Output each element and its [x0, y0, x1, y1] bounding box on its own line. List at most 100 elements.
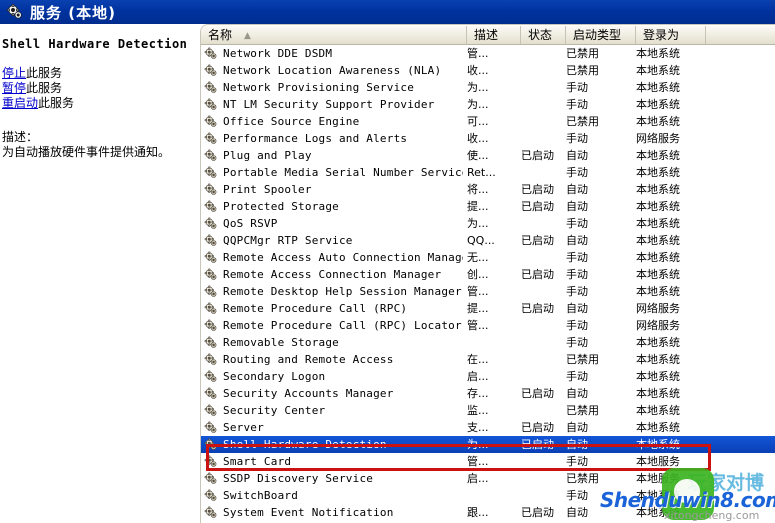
cell-desc: 启... [467, 472, 489, 485]
table-row[interactable]: QoS RSVP 为... 手动 本地系统 [201, 215, 775, 232]
cell-start: 自动 [566, 183, 588, 196]
table-row[interactable]: Shell Hardware Detection 为... 已启动 自动 本地系统 [201, 436, 775, 453]
cell-logon: 本地系统 [636, 285, 680, 298]
cell-logon: 本地系统 [636, 200, 680, 213]
table-row[interactable]: Portable Media Serial Number Service Ret.… [201, 164, 775, 181]
cell-status [521, 487, 566, 504]
cell-logon: 本地系统 [636, 47, 680, 60]
cell-status [521, 249, 566, 266]
cell-start: 手动 [566, 370, 588, 383]
table-row[interactable]: Network DDE DSDM 管... 已禁用 本地系统 [201, 45, 775, 62]
cell-status [521, 62, 566, 79]
cell-logon: 本地系统 [636, 404, 680, 417]
cell-logon: 本地系统 [636, 166, 680, 179]
column-header-start[interactable]: 启动类型 [566, 26, 636, 44]
table-row[interactable]: Protected Storage 提... 已启动 自动 本地系统 [201, 198, 775, 215]
cell-name: Routing and Remote Access [223, 353, 394, 366]
table-row[interactable]: SwitchBoard 手动 本地系统 [201, 487, 775, 504]
table-row[interactable]: Remote Access Auto Connection Manager 无..… [201, 249, 775, 266]
table-row[interactable]: Secondary Logon 启... 手动 本地系统 [201, 368, 775, 385]
pause-service-action[interactable]: 暂停此服务 [2, 81, 197, 96]
column-header-status[interactable]: 状态 [521, 26, 566, 44]
stop-service-link[interactable]: 停止 [2, 66, 26, 80]
cell-desc: 无... [467, 251, 489, 264]
cell-desc: 支... [467, 421, 489, 434]
cell-name: SSDP Discovery Service [223, 472, 374, 485]
cell-logon: 本地系统 [636, 370, 680, 383]
table-row[interactable]: SSDP Discovery Service 启... 已禁用 本地服务 [201, 470, 775, 487]
cell-name: Protected Storage [223, 200, 339, 213]
cell-start: 手动 [566, 132, 588, 145]
cell-desc: 可... [467, 115, 489, 128]
table-row[interactable]: Smart Card 管... 手动 本地服务 [201, 453, 775, 470]
table-row[interactable]: Remote Access Connection Manager 创... 已启动手… [201, 266, 775, 283]
cell-start: 自动 [566, 387, 588, 400]
cell-desc [467, 334, 519, 351]
cell-start: 已禁用 [566, 115, 599, 128]
cell-logon: 本地系统 [636, 336, 680, 349]
table-row[interactable]: QQPCMgr RTP Service QQ... 已启动 自动 本地系统 [201, 232, 775, 249]
cell-desc: 管... [467, 455, 489, 468]
cell-name: Remote Access Connection Manager [223, 268, 442, 281]
cell-logon: 本地系统 [636, 234, 680, 247]
cell-status: 已启动 [521, 149, 554, 162]
table-row[interactable]: System Event Notification 跟... 已启动 自动 本地系统 [201, 504, 775, 521]
service-detail-pane: Shell Hardware Detection 停止此服务 暂停此服务 重启动… [0, 24, 200, 523]
cell-logon: 网络服务 [636, 132, 680, 145]
cell-start: 已禁用 [566, 353, 599, 366]
stop-service-suffix: 此服务 [26, 66, 63, 80]
cell-logon: 网络服务 [636, 302, 680, 315]
column-header-label-desc: 描述 [474, 28, 499, 42]
column-header-pad[interactable] [706, 26, 775, 44]
cell-logon: 本地系统 [636, 64, 680, 77]
cell-logon: 本地服务 [636, 472, 680, 485]
table-row[interactable]: Server 支... 已启动 自动 本地系统 [201, 419, 775, 436]
cell-desc: QQ... [467, 234, 495, 247]
cell-status [521, 453, 566, 470]
services-list-pane: 名称 ▲ 描述 状态 启动类型 登录为 Network DDE DSDM 管... 已禁用 本地… [200, 24, 775, 523]
table-row[interactable]: Security Accounts Manager 存... 已启动 自动 本地系统 [201, 385, 775, 402]
cell-start: 自动 [566, 200, 588, 213]
cell-start: 手动 [566, 217, 588, 230]
table-row[interactable]: Network Location Awareness (NLA) 收... 已禁用 本… [201, 62, 775, 79]
column-header-name[interactable]: 名称 ▲ [201, 26, 467, 44]
table-row[interactable]: Performance Logs and Alerts 收... 手动 网络服务 [201, 130, 775, 147]
cell-logon: 本地系统 [636, 115, 680, 128]
cell-logon: 本地系统 [636, 421, 680, 434]
table-row[interactable]: Print Spooler 将... 已启动 自动 本地系统 [201, 181, 775, 198]
cell-start: 手动 [566, 251, 588, 264]
table-row[interactable]: Office Source Engine 可... 已禁用 本地系统 [201, 113, 775, 130]
table-row[interactable]: Remote Desktop Help Session Manager 管... 手… [201, 283, 775, 300]
table-row[interactable]: Plug and Play 使... 已启动 自动 本地系统 [201, 147, 775, 164]
window-title: 服务 (本地) [30, 4, 116, 22]
cell-status: 已启动 [521, 438, 554, 451]
cell-start: 自动 [566, 506, 588, 519]
restart-service-action[interactable]: 重启动此服务 [2, 96, 197, 111]
pause-service-link[interactable]: 暂停 [2, 81, 26, 95]
cell-name: Removable Storage [223, 336, 339, 349]
cell-name: Office Source Engine [223, 115, 360, 128]
description-label: 描述： [2, 130, 39, 144]
table-row[interactable]: Removable Storage 手动 本地系统 [201, 334, 775, 351]
cell-start: 已禁用 [566, 472, 599, 485]
cell-status: 已启动 [521, 302, 554, 315]
table-row[interactable]: NT LM Security Support Provider 为... 手动 本地系… [201, 96, 775, 113]
services-window: 服务 (本地) Shell Hardware Detection 停止此服务 暂… [0, 0, 775, 523]
cell-status [521, 334, 566, 351]
table-row[interactable]: Remote Procedure Call (RPC) 提... 已启动 自动 网络服务 [201, 300, 775, 317]
stop-service-action[interactable]: 停止此服务 [2, 66, 197, 81]
cell-start: 手动 [566, 489, 588, 502]
cell-status [521, 45, 566, 62]
cell-start: 自动 [566, 421, 588, 434]
table-row[interactable]: Network Provisioning Service 为... 手动 本地系统 [201, 79, 775, 96]
column-header-desc[interactable]: 描述 [467, 26, 521, 44]
table-row[interactable]: Security Center 监... 已禁用 本地系统 [201, 402, 775, 419]
cell-logon: 本地系统 [636, 251, 680, 264]
cell-status: 已启动 [521, 387, 554, 400]
cell-name: Remote Procedure Call (RPC) [223, 302, 408, 315]
table-row[interactable]: Routing and Remote Access 在... 已禁用 本地系统 [201, 351, 775, 368]
cell-start: 手动 [566, 336, 588, 349]
restart-service-link[interactable]: 重启动 [2, 96, 38, 110]
table-row[interactable]: Remote Procedure Call (RPC) Locator 管... 手… [201, 317, 775, 334]
column-header-logon[interactable]: 登录为 [636, 26, 706, 44]
